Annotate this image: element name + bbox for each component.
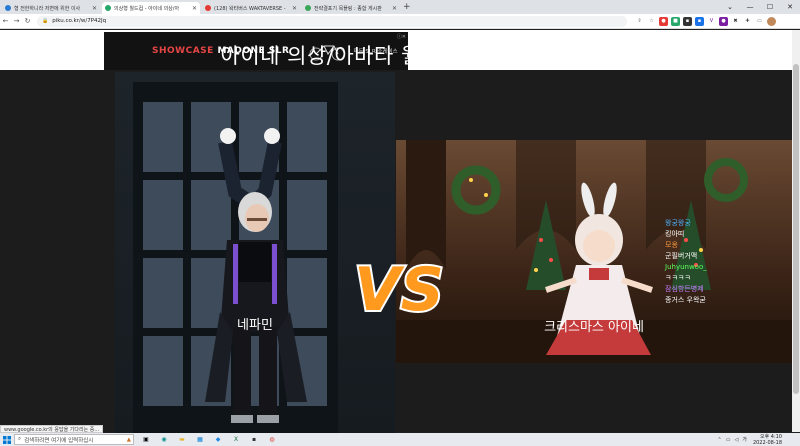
ad-close-icon[interactable]: ⓘ✕ bbox=[397, 33, 406, 40]
chrome-icon[interactable]: ◍ bbox=[264, 434, 280, 445]
taskbar: ⌕ 검색하려면 여기에 입력하십시 ▲ ▣ ◉ ▬ ▦ ◆ X ▪ ◍ bbox=[0, 433, 800, 446]
extension-icon[interactable]: ✖ bbox=[731, 16, 740, 26]
browser-toolbar: ← → ↻ 🔒 piku.co.kr/w/7P42Jq ⇪ ☆ ● ■ ▪ ▪ … bbox=[0, 14, 800, 40]
new-tab-button[interactable]: + bbox=[403, 2, 411, 14]
tab-close-icon[interactable]: ✕ bbox=[192, 5, 197, 12]
tab-close-icon[interactable]: ✕ bbox=[392, 5, 397, 12]
svg-text:VS: VS bbox=[354, 255, 444, 322]
left-candidate-caption: 네파민 bbox=[237, 318, 273, 333]
window-controls: ⌄ — ☐ ✕ bbox=[720, 0, 800, 14]
star-icon[interactable]: ☆ bbox=[647, 16, 656, 26]
chat-message: ㅋㅋㅋㅋ bbox=[665, 274, 691, 282]
chat-message: 종거스 우왁굳 bbox=[665, 296, 706, 304]
chat-message: Juhyunwoo_ bbox=[665, 263, 707, 271]
lock-icon[interactable]: 🔒 bbox=[42, 18, 48, 24]
chat-message: 킹아띠 bbox=[665, 230, 685, 238]
left-character-illustration bbox=[115, 72, 395, 433]
puzzle-icon[interactable]: ✚ bbox=[743, 16, 752, 26]
network-icon[interactable]: ▭ bbox=[726, 437, 731, 443]
extension-icon[interactable]: V bbox=[707, 16, 716, 26]
tab-favicon-icon bbox=[105, 5, 111, 11]
browser-tab-bar: 형 전한하니라 저변에 위한 이사 ✕ 의상형 월드컵 - 아이네 의상/아 ✕… bbox=[0, 0, 800, 14]
taskbar-apps: ▣ ◉ ▬ ▦ ◆ X ▪ ◍ bbox=[138, 434, 282, 445]
extension-icon[interactable]: ● bbox=[659, 16, 668, 26]
extensions-area: ⇪ ☆ ● ■ ▪ ▪ V ● ✖ ✚ ▭ bbox=[635, 16, 779, 26]
chat-message: 군필버거맥 bbox=[665, 252, 698, 260]
tab-close-icon[interactable]: ✕ bbox=[92, 5, 97, 12]
screen: 형 전한하니라 저변에 위한 이사 ✕ 의상형 월드컵 - 아이네 의상/아 ✕… bbox=[0, 0, 800, 446]
chat-overlay: 왕궁왕궁 킹아띠 모옹 군필버거맥 Juhyunwoo_ ㅋㅋㅋㅋ 잠심항든병제… bbox=[665, 218, 755, 306]
status-bar: www.google.co.kr의 응답을 기다리는 중... bbox=[0, 425, 104, 433]
extension-icon[interactable]: ■ bbox=[671, 16, 680, 26]
address-bar[interactable]: 🔒 piku.co.kr/w/7P42Jq bbox=[37, 15, 627, 27]
browser-tab-active[interactable]: 의상형 월드컵 - 아이네 의상/아 ✕ bbox=[102, 2, 200, 14]
store-icon[interactable]: ▦ bbox=[192, 434, 208, 445]
chevron-down-icon[interactable]: ⌄ bbox=[720, 0, 740, 14]
share-icon[interactable]: ⇪ bbox=[635, 16, 644, 26]
app-icon[interactable]: ▪ bbox=[246, 434, 262, 445]
chat-message: 모옹 bbox=[665, 241, 678, 249]
tab-title: 형 전한하니라 저변에 위한 이사 bbox=[14, 5, 81, 12]
tab-favicon-icon bbox=[305, 5, 311, 11]
tab-favicon-icon bbox=[5, 5, 11, 11]
clock-date: 2022-08-18 bbox=[752, 439, 782, 446]
dog-icon: ▲ bbox=[126, 436, 131, 443]
tab-title: 전략결포기 목플링 : 종합 게시판 bbox=[314, 5, 382, 12]
chevron-up-icon[interactable]: ⌃ bbox=[718, 437, 722, 443]
extension-icon[interactable]: ● bbox=[719, 16, 728, 26]
right-candidate-caption: 크리스마스 아이네 bbox=[544, 320, 644, 335]
scrollbar-thumb[interactable] bbox=[793, 64, 799, 394]
browser-tab[interactable]: (128) 왁타버스 WAKTAVERSE - ✕ bbox=[202, 2, 300, 14]
page-title: 아이네 의상/아바타 월드컵 32강 1/16 bbox=[220, 44, 572, 68]
vs-badge: VS bbox=[354, 253, 444, 322]
left-candidate-image[interactable] bbox=[115, 72, 395, 433]
maximize-icon[interactable]: ☐ bbox=[760, 0, 780, 14]
app-icon[interactable]: ◆ bbox=[210, 434, 226, 445]
file-explorer-icon[interactable]: ▬ bbox=[174, 434, 190, 445]
search-placeholder: 검색하려면 여기에 입력하십시 bbox=[24, 437, 94, 444]
browser-tab[interactable]: 전략결포기 목플링 : 종합 게시판 ✕ bbox=[302, 2, 400, 14]
forward-icon[interactable]: → bbox=[11, 17, 22, 25]
chat-message: 잠심항든병제 bbox=[665, 285, 704, 293]
extension-icon[interactable]: ▪ bbox=[683, 16, 692, 26]
chat-message: 왕궁왕궁 bbox=[665, 219, 691, 227]
system-tray: ⌃ ▭ ◁ 가 오후 4:10 2022-08-18 bbox=[718, 433, 782, 446]
volume-icon[interactable]: ◁ bbox=[734, 437, 738, 443]
task-view-icon[interactable]: ▣ bbox=[138, 434, 154, 445]
tab-favicon-icon bbox=[205, 5, 211, 11]
browser-tab[interactable]: 형 전한하니라 저변에 위한 이사 ✕ bbox=[2, 2, 100, 14]
back-icon[interactable]: ← bbox=[0, 17, 11, 25]
avatar[interactable] bbox=[767, 16, 776, 26]
minimize-icon[interactable]: — bbox=[740, 0, 760, 14]
ime-icon[interactable]: 가 bbox=[742, 436, 747, 443]
search-icon: ⌕ bbox=[18, 436, 22, 442]
reload-icon[interactable]: ↻ bbox=[22, 17, 33, 25]
edge-icon[interactable]: ◉ bbox=[156, 434, 172, 445]
extension-icon[interactable]: ▪ bbox=[695, 16, 704, 26]
tab-title: (128) 왁타버스 WAKTAVERSE - bbox=[214, 5, 286, 12]
sidebar-icon[interactable]: ▭ bbox=[755, 16, 764, 26]
tab-close-icon[interactable]: ✕ bbox=[292, 5, 297, 12]
windows-start-icon[interactable] bbox=[0, 433, 14, 446]
close-window-icon[interactable]: ✕ bbox=[780, 0, 800, 14]
page-scrollbar[interactable] bbox=[792, 30, 800, 432]
taskbar-search-input[interactable]: ⌕ 검색하려면 여기에 입력하십시 ▲ bbox=[14, 434, 134, 445]
clock[interactable]: 오후 4:10 2022-08-18 bbox=[753, 434, 782, 446]
url-text: piku.co.kr/w/7P42Jq bbox=[52, 18, 107, 24]
tab-title: 의상형 월드컵 - 아이네 의상/아 bbox=[114, 5, 180, 12]
excel-icon[interactable]: X bbox=[228, 434, 244, 445]
